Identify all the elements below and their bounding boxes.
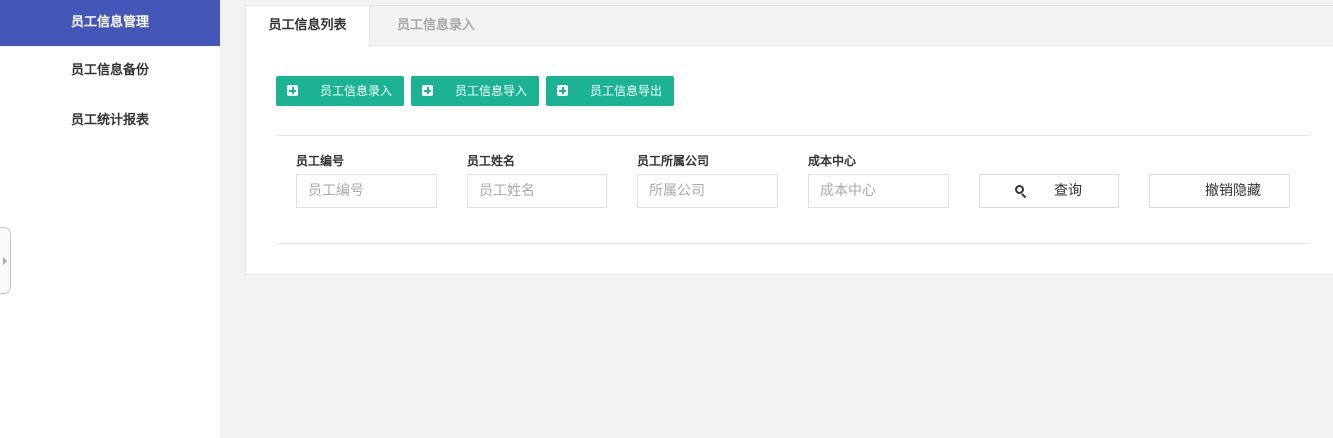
plus-square-icon — [557, 85, 568, 96]
employee-import-button[interactable]: 员工信息导入 — [411, 76, 539, 106]
employee-name-input[interactable] — [467, 174, 607, 208]
tab-employee-entry[interactable]: 员工信息录入 — [370, 6, 502, 46]
divider — [276, 243, 1310, 244]
employee-no-input[interactable] — [296, 174, 437, 208]
sidebar-item-employee-report[interactable]: 员工统计报表 — [0, 98, 220, 144]
button-label: 员工信息导出 — [590, 84, 663, 98]
sidebar: 员工信息管理 员工信息备份 员工统计报表 — [0, 0, 220, 438]
button-label: 员工信息导入 — [455, 84, 528, 98]
query-button[interactable]: 查询 — [979, 174, 1119, 208]
sidebar-item-employee-management[interactable]: 员工信息管理 — [0, 0, 220, 46]
sidebar-item-label: 员工统计报表 — [71, 113, 150, 128]
company-label: 员工所属公司 — [637, 154, 710, 168]
cost-center-label: 成本中心 — [808, 154, 857, 168]
plus-square-icon — [422, 85, 433, 96]
main-panel: 员工信息列表 员工信息录入 员工信息录入 员工信息导入 员工信息导出 员工编号 … — [245, 5, 1333, 275]
cost-center-input[interactable] — [808, 174, 949, 208]
button-label: 查询 — [1054, 183, 1082, 199]
sidebar-item-label: 员工信息备份 — [71, 63, 150, 78]
button-label: 撤销隐藏 — [1205, 183, 1261, 199]
unhide-button[interactable]: 撤销隐藏 — [1149, 174, 1290, 208]
chevron-right-icon — [3, 257, 7, 265]
divider — [276, 135, 1310, 136]
tab-label: 员工信息录入 — [396, 18, 475, 33]
employee-entry-button[interactable]: 员工信息录入 — [276, 76, 404, 106]
sidebar-item-employee-backup[interactable]: 员工信息备份 — [0, 48, 220, 94]
tab-label: 员工信息列表 — [268, 18, 347, 33]
tab-employee-list[interactable]: 员工信息列表 — [246, 6, 370, 47]
employee-name-label: 员工姓名 — [467, 154, 516, 168]
company-input[interactable] — [637, 174, 778, 208]
search-icon — [1015, 185, 1027, 199]
sidebar-collapse-handle[interactable] — [0, 227, 11, 294]
sidebar-item-label: 员工信息管理 — [71, 15, 150, 30]
plus-square-icon — [287, 85, 298, 96]
employee-export-button[interactable]: 员工信息导出 — [546, 76, 674, 106]
tab-bar: 员工信息列表 员工信息录入 — [246, 6, 1333, 47]
employee-no-label: 员工编号 — [296, 154, 345, 168]
button-label: 员工信息录入 — [320, 84, 393, 98]
